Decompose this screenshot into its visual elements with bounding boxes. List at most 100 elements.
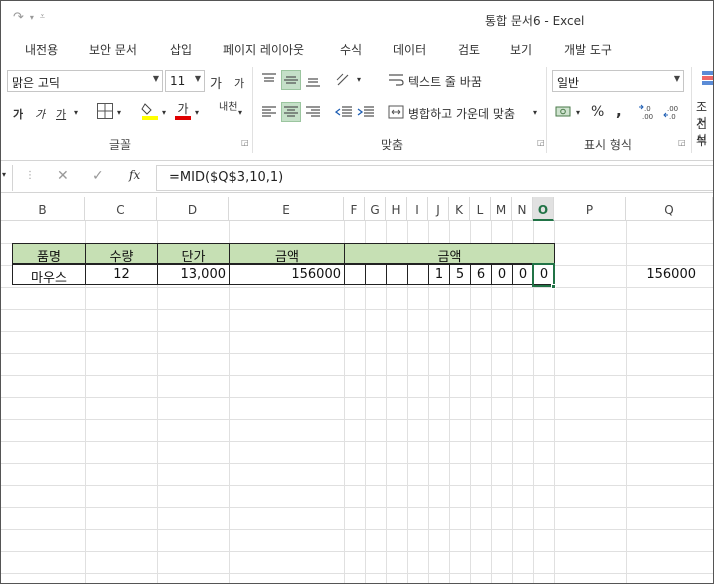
phonetic-dropdown-icon[interactable]: ▾ bbox=[238, 108, 242, 117]
tab-page-layout[interactable]: 페이지 레이아웃 bbox=[223, 38, 304, 58]
font-size-dropdown[interactable]: 11 ▼ bbox=[165, 70, 205, 92]
accounting-format-icon[interactable] bbox=[554, 102, 574, 122]
borders-icon[interactable] bbox=[97, 103, 113, 119]
column-header-m[interactable]: M bbox=[491, 197, 512, 221]
header-cell-amount[interactable]: 금액 bbox=[229, 243, 345, 264]
wrap-text-icon[interactable] bbox=[387, 71, 405, 89]
column-header-g[interactable]: G bbox=[365, 197, 386, 221]
tab-formulas[interactable]: 수식 bbox=[340, 38, 362, 58]
bold-button[interactable]: 가 bbox=[13, 106, 23, 122]
underline-button[interactable]: 가 bbox=[56, 106, 66, 122]
underline-dropdown-icon[interactable]: ▾ bbox=[74, 108, 78, 117]
orientation-dropdown-icon[interactable]: ▾ bbox=[357, 75, 361, 84]
cell-price[interactable]: 13,000 bbox=[157, 264, 230, 285]
worksheet[interactable]: B C D E F G H I J K L M N O P Q 품명 수량 단가… bbox=[1, 197, 713, 583]
name-box-dropdown-icon[interactable]: ▾ bbox=[2, 170, 6, 179]
column-header-p[interactable]: P bbox=[554, 197, 626, 221]
digit-cell-h[interactable] bbox=[386, 264, 408, 285]
cell-qty[interactable]: 12 bbox=[85, 264, 158, 285]
merge-center-icon[interactable] bbox=[387, 103, 405, 121]
alignment-dialog-launcher-icon[interactable]: ◲ bbox=[537, 138, 545, 147]
column-header-e[interactable]: E bbox=[229, 197, 344, 221]
align-right-icon[interactable] bbox=[303, 102, 323, 122]
column-header-n[interactable]: N bbox=[512, 197, 533, 221]
font-name-dropdown[interactable]: 맑은 고딕 ▼ bbox=[7, 70, 163, 92]
column-header-k[interactable]: K bbox=[449, 197, 470, 221]
phonetic-button[interactable]: 내천 bbox=[219, 103, 237, 113]
enter-icon[interactable]: ✓ bbox=[92, 168, 104, 184]
align-center-icon[interactable] bbox=[281, 102, 301, 122]
column-header-i[interactable]: I bbox=[407, 197, 428, 221]
merge-center-dropdown-icon[interactable]: ▾ bbox=[533, 108, 537, 117]
decrease-decimal-icon[interactable]: .00.0 bbox=[663, 102, 685, 122]
column-header-j[interactable]: J bbox=[428, 197, 449, 221]
font-dialog-launcher-icon[interactable]: ◲ bbox=[241, 138, 249, 147]
cell-q3[interactable]: 156000 bbox=[626, 265, 699, 286]
formula-input[interactable]: =MID($Q$3,10,1) bbox=[156, 165, 713, 191]
percent-button[interactable]: % bbox=[591, 104, 604, 120]
fill-color-icon[interactable] bbox=[141, 101, 159, 121]
digit-cell-g[interactable] bbox=[365, 264, 387, 285]
column-header-h[interactable]: H bbox=[386, 197, 407, 221]
comma-button[interactable]: , bbox=[616, 102, 622, 120]
tab-security[interactable]: 보안 문서 bbox=[89, 38, 137, 58]
tab-insert[interactable]: 삽입 bbox=[170, 38, 192, 58]
digit-cell-f[interactable] bbox=[344, 264, 366, 285]
digit-cell-i[interactable] bbox=[407, 264, 429, 285]
gridline bbox=[1, 507, 713, 508]
digit-cell-n[interactable]: 0 bbox=[512, 264, 534, 285]
column-header-l[interactable]: L bbox=[470, 197, 491, 221]
column-header-q[interactable]: Q bbox=[626, 197, 713, 221]
column-header-o[interactable]: O bbox=[533, 197, 554, 221]
column-header-c[interactable]: C bbox=[85, 197, 157, 221]
align-bottom-icon[interactable] bbox=[303, 70, 323, 90]
align-left-icon[interactable] bbox=[259, 102, 279, 122]
decrease-indent-icon[interactable] bbox=[334, 102, 354, 122]
fill-handle[interactable] bbox=[551, 284, 556, 289]
merge-center-button[interactable]: 병합하고 가운데 맞춤 bbox=[408, 105, 515, 122]
cancel-icon[interactable]: ✕ bbox=[57, 168, 69, 184]
conditional-format-label-2[interactable]: 서식 bbox=[696, 114, 713, 148]
tab-view[interactable]: 보기 bbox=[510, 38, 532, 58]
italic-button[interactable]: 가 bbox=[35, 106, 45, 122]
number-dialog-launcher-icon[interactable]: ◲ bbox=[678, 138, 686, 147]
digit-cell-k[interactable]: 5 bbox=[449, 264, 471, 285]
cell-item[interactable]: 마우스 bbox=[12, 264, 86, 285]
font-name-value: 맑은 고딕 bbox=[12, 76, 60, 90]
align-top-icon[interactable] bbox=[259, 70, 279, 90]
borders-dropdown-icon[interactable]: ▾ bbox=[117, 108, 121, 117]
digit-cell-l[interactable]: 6 bbox=[470, 264, 492, 285]
redo-dropdown-icon[interactable]: ▾ bbox=[30, 10, 34, 25]
font-color-icon[interactable]: 가 bbox=[174, 101, 192, 121]
insert-function-icon[interactable]: fx bbox=[129, 168, 140, 182]
cell-amount[interactable]: 156000 bbox=[229, 264, 345, 285]
header-cell-amount-merged[interactable]: 금액 bbox=[344, 243, 555, 264]
customize-qat-icon[interactable]: ⩡ bbox=[40, 10, 45, 25]
redo-icon[interactable]: ↷ bbox=[13, 10, 24, 25]
digit-cell-m[interactable]: 0 bbox=[491, 264, 513, 285]
column-header-d[interactable]: D bbox=[157, 197, 229, 221]
increase-indent-icon[interactable] bbox=[356, 102, 376, 122]
tab-review[interactable]: 검토 bbox=[458, 38, 480, 58]
header-cell-price[interactable]: 단가 bbox=[157, 243, 230, 264]
font-color-dropdown-icon[interactable]: ▾ bbox=[195, 108, 199, 117]
shrink-font-button[interactable]: 가 bbox=[234, 75, 244, 91]
fill-color-dropdown-icon[interactable]: ▾ bbox=[162, 108, 166, 117]
tab-home[interactable]: 내전용 bbox=[25, 38, 58, 58]
header-cell-qty[interactable]: 수량 bbox=[85, 243, 158, 264]
orientation-icon[interactable] bbox=[334, 70, 356, 90]
increase-decimal-icon[interactable]: .0.00 bbox=[638, 102, 660, 122]
grow-font-button[interactable]: 가 bbox=[210, 73, 222, 92]
svg-text:.0: .0 bbox=[644, 105, 651, 113]
wrap-text-button[interactable]: 텍스트 줄 바꿈 bbox=[408, 73, 482, 90]
column-header-b[interactable]: B bbox=[1, 197, 85, 221]
column-header-f[interactable]: F bbox=[344, 197, 365, 221]
accounting-dropdown-icon[interactable]: ▾ bbox=[576, 108, 580, 117]
align-middle-icon[interactable] bbox=[281, 70, 301, 90]
tab-data[interactable]: 데이터 bbox=[393, 38, 426, 58]
header-cell-item[interactable]: 품명 bbox=[12, 243, 86, 264]
tab-developer[interactable]: 개발 도구 bbox=[564, 38, 612, 58]
conditional-format-icon[interactable] bbox=[699, 69, 713, 91]
number-format-dropdown[interactable]: 일반 ▼ bbox=[552, 70, 684, 92]
digit-cell-j[interactable]: 1 bbox=[428, 264, 450, 285]
